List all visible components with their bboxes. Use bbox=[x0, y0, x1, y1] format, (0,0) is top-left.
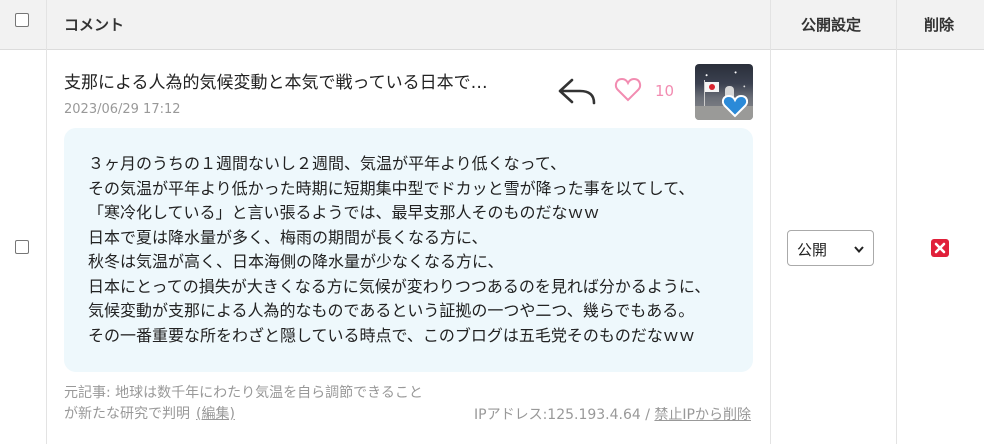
visibility-select[interactable]: 公開 bbox=[787, 230, 874, 266]
comment-body-line: 「寒冷化している」と言い張るようでは、最早支那人そのものだなｗｗ bbox=[88, 203, 600, 222]
comment-body-line: その気温が平年より低かった時期に短期集中型でドカッと雪が降った事を以てして、 bbox=[88, 178, 695, 198]
column-divider bbox=[46, 0, 47, 444]
header-publish-setting: 公開設定 bbox=[801, 16, 862, 34]
reply-arrow-icon[interactable] bbox=[556, 76, 598, 106]
remove-from-banned-ip-link[interactable]: 禁止IPから削除 bbox=[654, 407, 751, 423]
comment-title[interactable]: 支那による人為的気候変動と本気で戦っている日本で… bbox=[64, 68, 488, 93]
table-header: コメント 公開設定 削除 bbox=[0, 0, 984, 50]
heart-outline-icon[interactable] bbox=[614, 76, 642, 104]
edit-link[interactable]: (編集) bbox=[196, 406, 235, 422]
comment-body-line: その一番重要な所をわざと隠している時点で、このブログは五毛党そのものだなｗｗ bbox=[88, 325, 695, 345]
comment-body-line: 日本にとっての損失が大きくなる方に気候が変わりつつあるのを見れば分かるように、 bbox=[88, 276, 711, 296]
delete-x-icon[interactable] bbox=[930, 238, 950, 258]
column-divider bbox=[896, 0, 897, 444]
visibility-select-value: 公開 bbox=[797, 241, 828, 259]
comment-body: ３ヶ月のうちの１週間ないし２週間、気温が平年より低くなって、 その気温が平年より… bbox=[88, 152, 738, 348]
comment-date: 2023/06/29 17:12 bbox=[64, 102, 181, 117]
comment-body-line: 気候変動が支那による人為的なものであるという証拠の一つや二つ、幾らでもある。 bbox=[88, 301, 695, 320]
heart-badge-icon bbox=[722, 94, 748, 118]
source-line[interactable]: 元記事: 地球は数千年にわたり気温を自ら調節できること bbox=[64, 383, 464, 404]
comment-body-line: 秋冬は気温が高く、日本海側の降水量が少なくなる方に、 bbox=[88, 252, 504, 271]
comment-body-line: ３ヶ月のうちの１週間ないし２週間、気温が平年より低くなって、 bbox=[88, 154, 567, 173]
source-line[interactable]: が新たな研究で判明 bbox=[64, 406, 190, 422]
ip-address: IPアドレス:125.193.4.64 / bbox=[474, 407, 655, 423]
row-checkbox[interactable] bbox=[15, 240, 29, 254]
source-article: 元記事: 地球は数千年にわたり気温を自ら調節できること が新たな研究で判明 (編集… bbox=[64, 383, 464, 425]
header-comment: コメント bbox=[64, 16, 125, 34]
chevron-down-icon bbox=[854, 246, 864, 254]
comment-body-line: 日本で夏は降水量が多く、梅雨の期間が長くなる方に、 bbox=[88, 227, 488, 247]
ip-info: IPアドレス:125.193.4.64 / 禁止IPから削除 bbox=[474, 404, 751, 424]
column-divider bbox=[770, 0, 771, 444]
select-all-checkbox[interactable] bbox=[15, 13, 29, 27]
header-delete: 削除 bbox=[924, 16, 955, 34]
like-count: 10 bbox=[655, 82, 675, 100]
